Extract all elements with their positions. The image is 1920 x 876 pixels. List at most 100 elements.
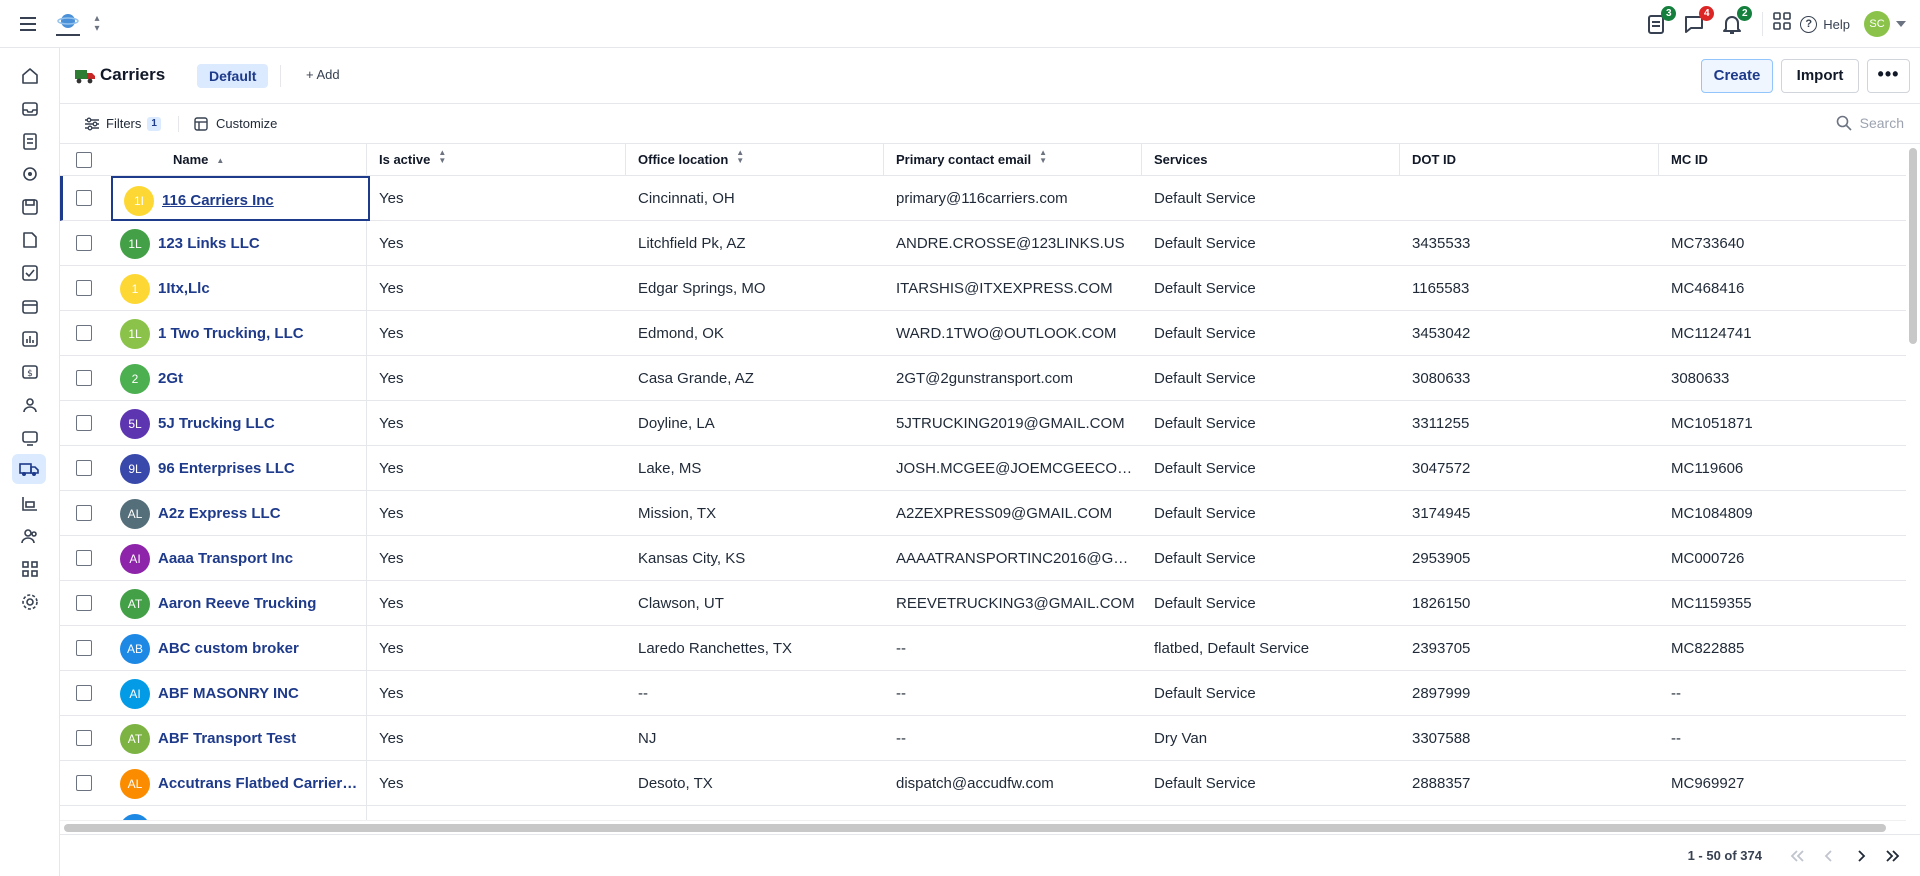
cell-name[interactable]: AI Aaaa Transport Inc [109,536,367,581]
nav-calendar-icon[interactable] [19,295,41,317]
filters-button[interactable]: Filters 1 [84,116,161,131]
add-view-button[interactable]: + Add [306,67,340,82]
prev-page-icon[interactable] [1818,845,1840,867]
table-row[interactable]: AI Aaaa Transport Inc Yes Kansas City, KS AA… [60,536,1906,581]
column-header-location[interactable]: Office location ▲ ▼ [626,144,884,176]
cell-name[interactable]: AB ABC custom broker [109,626,367,671]
table-row[interactable]: AB ABC custom broker Yes Laredo Ranchettes,… [60,626,1906,671]
table-row[interactable]: 1I 116 Carriers Inc Yes Cincinnati, OH prima… [60,176,1906,221]
carrier-name-link[interactable]: 2Gt [158,356,183,401]
import-button[interactable]: Import [1781,59,1859,93]
cell-name[interactable]: AT Aaron Reeve Trucking [109,581,367,626]
table-row[interactable]: 2 2Gt Yes Casa Grande, AZ 2GT@2gunstransport… [60,356,1906,401]
row-checkbox[interactable] [76,190,92,206]
row-checkbox[interactable] [76,595,92,611]
cell-name[interactable]: 2 2Gt [109,356,367,401]
row-checkbox[interactable] [76,685,92,701]
app-logo[interactable] [56,12,80,36]
nav-loads-icon[interactable] [19,492,41,514]
cell-name[interactable]: AL Accutrans Flatbed Carriers... [109,761,367,806]
nav-tasks-icon[interactable] [19,262,41,284]
scrollbar-thumb[interactable] [1909,148,1917,344]
cell-name[interactable]: 1I 116 Carriers Inc [111,176,370,221]
row-checkbox[interactable] [76,640,92,656]
help-button[interactable]: ? Help [1800,15,1850,33]
column-header-name[interactable]: Name ▲ [109,144,367,176]
row-checkbox[interactable] [76,730,92,746]
carrier-name-link[interactable]: 116 Carriers Inc [162,178,274,223]
user-avatar[interactable]: SC [1864,11,1890,37]
column-header-dot[interactable]: DOT ID [1400,144,1659,176]
row-checkbox[interactable] [76,280,92,296]
notification-chat[interactable]: 4 [1682,6,1715,36]
table-row[interactable]: 1L 123 Links LLC Yes Litchfield Pk, AZ ANDRE… [60,221,1906,266]
nav-billing-icon[interactable]: $ [19,361,41,383]
nav-orders-icon[interactable] [19,130,41,152]
next-page-icon[interactable] [1850,845,1872,867]
apps-grid-button[interactable] [1762,12,1792,36]
nav-inbox-icon[interactable] [19,98,41,120]
carrier-name-link[interactable]: 96 Enterprises LLC [158,446,295,491]
column-header-active[interactable]: Is active ▲ ▼ [367,144,626,176]
horizontal-scrollbar[interactable] [60,820,1906,834]
table-row[interactable]: 9L 96 Enterprises LLC Yes Lake, MS JOSH.MCGE… [60,446,1906,491]
nav-reports-icon[interactable] [19,328,41,350]
carrier-name-link[interactable]: 1 Two Trucking, LLC [158,311,304,356]
cell-name[interactable] [109,806,367,820]
table-row[interactable]: 1L 1 Two Trucking, LLC Yes Edmond, OK WARD.1… [60,311,1906,356]
last-page-icon[interactable] [1882,845,1904,867]
nav-team-icon[interactable] [19,525,41,547]
nav-settings-icon[interactable] [19,591,41,613]
cell-name[interactable]: AI ABF MASONRY INC [109,671,367,716]
more-actions-button[interactable]: ••• [1867,59,1910,93]
nav-carriers-icon[interactable] [12,454,46,484]
menu-icon[interactable] [20,14,40,34]
cell-name[interactable]: 1 1Itx,Llc [109,266,367,311]
row-checkbox[interactable] [76,370,92,386]
vertical-scrollbar[interactable] [1906,144,1920,820]
row-checkbox[interactable] [76,505,92,521]
table-row[interactable]: AT ABF Transport Test Yes NJ -- Dry Van 330758… [60,716,1906,761]
table-row[interactable]: AT Aaron Reeve Trucking Yes Clawson, UT REEV… [60,581,1906,626]
table-row[interactable]: AL A2z Express LLC Yes Mission, TX A2ZEXPRES… [60,491,1906,536]
table-row[interactable] [60,806,1906,820]
cell-name[interactable]: 9L 96 Enterprises LLC [109,446,367,491]
column-header-mc[interactable]: MC ID [1659,144,1906,176]
customize-button[interactable]: Customize [194,116,277,131]
nav-documents-icon[interactable] [19,229,41,251]
view-tab-default[interactable]: Default [197,64,269,88]
column-header-email[interactable]: Primary contact email ▲ ▼ [884,144,1142,176]
nav-home-icon[interactable] [19,65,41,87]
app-switcher-icon[interactable]: ▴ ▾ [90,14,104,34]
carrier-name-link[interactable]: Aaron Reeve Trucking [158,581,316,626]
select-all-checkbox[interactable] [76,152,92,168]
carrier-name-link[interactable]: ABF MASONRY INC [158,671,299,716]
column-header-services[interactable]: Services [1142,144,1400,176]
nav-save-icon[interactable] [19,196,41,218]
table-row[interactable]: 1 1Itx,Llc Yes Edgar Springs, MO ITARSHIS@IT… [60,266,1906,311]
table-row[interactable]: AL Accutrans Flatbed Carriers... Yes Desoto… [60,761,1906,806]
notification-clipboard[interactable]: 3 [1644,6,1677,36]
row-checkbox[interactable] [76,415,92,431]
carrier-name-link[interactable]: 5J Trucking LLC [158,401,275,446]
cell-name[interactable]: 1L 1 Two Trucking, LLC [109,311,367,356]
carrier-name-link[interactable]: ABF Transport Test [158,716,296,761]
nav-tracking-icon[interactable] [19,163,41,185]
scrollbar-thumb[interactable] [64,824,1886,832]
notification-bell[interactable]: 2 [1720,6,1753,36]
table-row[interactable]: 5L 5J Trucking LLC Yes Doyline, LA 5JTRUCKIN… [60,401,1906,446]
table-row[interactable]: AI ABF MASONRY INC Yes -- -- Default Service 2… [60,671,1906,716]
carrier-name-link[interactable]: ABC custom broker [158,626,299,671]
nav-contacts-icon[interactable] [19,394,41,416]
carrier-name-link[interactable]: Accutrans Flatbed Carriers... [158,761,358,806]
row-checkbox[interactable] [76,775,92,791]
nav-apps-icon[interactable] [19,558,41,580]
row-checkbox[interactable] [76,235,92,251]
cell-name[interactable]: AT ABF Transport Test [109,716,367,761]
row-checkbox[interactable] [76,550,92,566]
carrier-name-link[interactable]: 123 Links LLC [158,221,260,266]
row-checkbox[interactable] [76,460,92,476]
nav-equipment-icon[interactable] [19,427,41,449]
create-button[interactable]: Create [1701,59,1773,93]
user-menu-caret-icon[interactable] [1896,21,1906,27]
